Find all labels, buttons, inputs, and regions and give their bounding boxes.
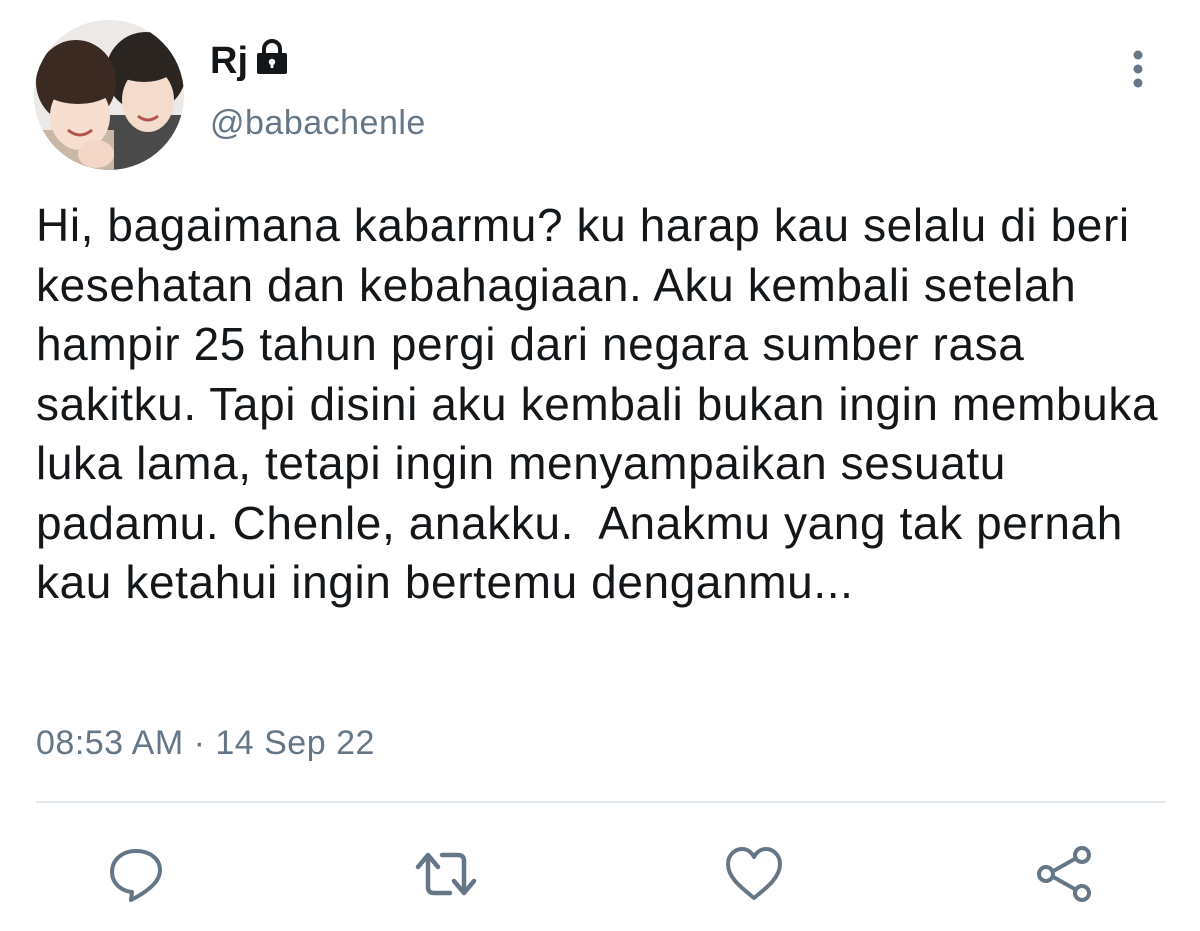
avatar[interactable] xyxy=(34,20,184,170)
like-button[interactable] xyxy=(722,842,786,906)
retweet-icon xyxy=(415,852,477,896)
tweet-timestamp[interactable]: 08:53 AM · 14 Sep 22 xyxy=(36,724,375,763)
avatar-photo-icon xyxy=(34,20,184,170)
display-name[interactable]: Rj xyxy=(210,42,248,80)
reply-button[interactable] xyxy=(104,842,168,906)
display-name-row: Rj xyxy=(210,36,292,86)
more-vertical-icon xyxy=(1133,50,1143,88)
user-handle[interactable]: @babachenle xyxy=(210,104,426,143)
tweet-card: Rj @babachenle Hi, bagaimana kabarmu? ku… xyxy=(0,0,1200,931)
lock-icon xyxy=(252,37,292,77)
share-icon xyxy=(1037,846,1091,902)
divider xyxy=(36,801,1166,803)
share-button[interactable] xyxy=(1032,842,1096,906)
heart-icon xyxy=(726,847,782,900)
reply-icon xyxy=(110,849,162,902)
more-options-button[interactable] xyxy=(1122,48,1154,90)
tweet-text: Hi, bagaimana kabarmu? ku harap kau sela… xyxy=(36,199,1172,608)
retweet-button[interactable] xyxy=(414,842,478,906)
